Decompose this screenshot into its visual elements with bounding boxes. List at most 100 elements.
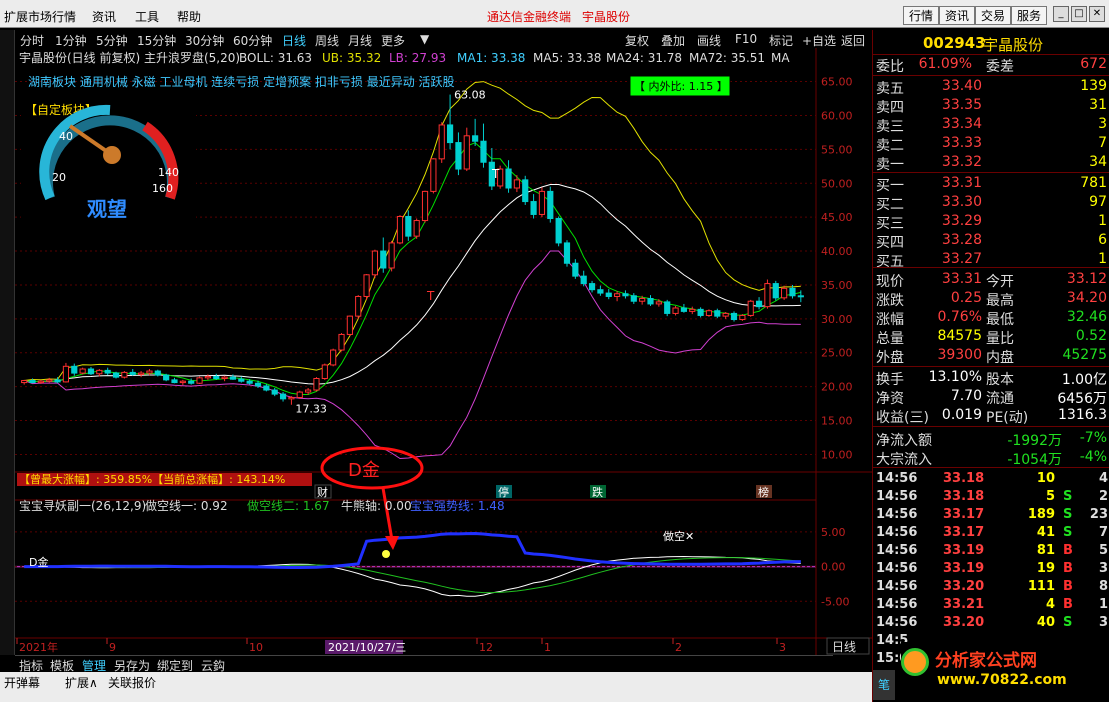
- candle-body: [689, 308, 696, 312]
- candle-body: [747, 300, 754, 316]
- stat-row: 换手 13.10% 股本 1.00亿: [873, 369, 1109, 388]
- t-marker-red: T: [426, 289, 435, 303]
- candle-body: [213, 375, 220, 380]
- service-button[interactable]: 服务: [1011, 6, 1048, 25]
- tick-side: B: [1063, 561, 1073, 576]
- tick-qty: 81: [1036, 543, 1055, 558]
- event-cai-text: 财: [317, 485, 328, 499]
- gauge-tick: 20: [52, 171, 66, 184]
- candle-body: [655, 301, 662, 305]
- book-row[interactable]: 买一 33.31 781: [873, 175, 1109, 194]
- price-tick: 25.00: [821, 347, 853, 360]
- tick-row: 14:56 33.17 189 S 23: [873, 507, 1109, 525]
- book-volume: 97: [1089, 194, 1107, 210]
- candle-body: [112, 372, 120, 378]
- open-danmaku-button[interactable]: 开弹幕: [4, 674, 40, 691]
- tick-row: 14:56 33.20 111 B 8: [873, 579, 1109, 597]
- candle-body: [179, 380, 186, 384]
- book-volume: 139: [1080, 78, 1107, 94]
- candle-body: [572, 262, 579, 277]
- period-60min[interactable]: 60分钟: [233, 32, 272, 49]
- period-1min[interactable]: 1分钟: [55, 32, 87, 49]
- concept-tags[interactable]: 湖南板块 通用机械 永磁 工业母机 连续亏损 定增预案 扣非亏损 最近异动 活跃…: [28, 74, 455, 89]
- candle-body: [705, 310, 713, 316]
- tick-qty: 19: [1036, 561, 1055, 576]
- stat-label-2: 今开: [986, 274, 1014, 290]
- minimize-icon[interactable]: _: [1053, 6, 1069, 22]
- maximize-icon[interactable]: □: [1071, 6, 1087, 22]
- book-volume: 7: [1098, 135, 1107, 151]
- period-30min[interactable]: 30分钟: [185, 32, 224, 49]
- stat-label-2: 股本: [986, 372, 1014, 388]
- book-row[interactable]: 卖四 33.35 31: [873, 97, 1109, 116]
- period-weekly[interactable]: 周线: [315, 32, 339, 49]
- candle-body: [388, 242, 395, 269]
- candle-body: [221, 376, 228, 380]
- candle-body: [697, 308, 704, 316]
- book-row[interactable]: 买三 33.29 1: [873, 213, 1109, 232]
- period-label[interactable]: 日线: [832, 640, 856, 654]
- quotes-button[interactable]: 行情: [903, 6, 940, 25]
- expand-button[interactable]: 扩展∧: [65, 674, 98, 691]
- book-row[interactable]: 卖三 33.34 3: [873, 116, 1109, 135]
- period-daily[interactable]: 日线: [282, 32, 306, 49]
- candle: [79, 367, 86, 375]
- period-5min[interactable]: 5分钟: [96, 32, 128, 49]
- tick-price: 33.18: [943, 489, 985, 504]
- tool-back[interactable]: 返回: [841, 32, 865, 49]
- tick-side-tab[interactable]: 笔: [873, 670, 895, 700]
- menu-help[interactable]: 帮助: [177, 8, 201, 25]
- stat-value: 0.76%: [937, 309, 982, 325]
- stat-value: 84575: [937, 328, 982, 344]
- tick-row: 14:56 33.19 81 B 5: [873, 543, 1109, 561]
- sub-indicator-title: 宝宝寻妖副一(26,12,9): [19, 499, 146, 513]
- more-dropdown-icon[interactable]: ▼: [420, 32, 429, 46]
- candle: [764, 279, 771, 309]
- book-price: 33.35: [941, 97, 982, 113]
- tick-qty: 111: [1027, 579, 1055, 594]
- tool-f10[interactable]: F10: [735, 32, 757, 46]
- tool-draw[interactable]: 画线: [697, 32, 721, 49]
- tool-add-watchlist[interactable]: +自选: [802, 32, 836, 49]
- period-tick[interactable]: 分时: [20, 32, 44, 49]
- price-tick: 20.00: [821, 381, 853, 394]
- book-row[interactable]: 卖五 33.40 139: [873, 78, 1109, 97]
- book-price: 33.33: [941, 135, 982, 151]
- ub-value: UB: 35.32: [322, 51, 381, 65]
- tool-mark[interactable]: 标记: [769, 32, 793, 49]
- menu-news[interactable]: 资讯: [92, 8, 116, 25]
- price-tick: 50.00: [821, 177, 853, 190]
- book-volume: 1: [1098, 213, 1107, 229]
- tool-fuquan[interactable]: 复权: [625, 32, 649, 49]
- close-icon[interactable]: ✕: [1089, 6, 1105, 22]
- tick-count: 8: [1098, 579, 1108, 594]
- related-quote-button[interactable]: 关联报价: [108, 674, 156, 691]
- flow-value: -1992万: [1007, 433, 1062, 449]
- left-side-strip[interactable]: [0, 30, 15, 655]
- candle: [747, 299, 754, 317]
- book-row[interactable]: 卖一 33.32 34: [873, 154, 1109, 173]
- high-price-label: 63.08: [454, 89, 486, 102]
- tick-price: 33.18: [943, 471, 985, 486]
- period-15min[interactable]: 15分钟: [137, 32, 176, 49]
- book-row[interactable]: 买四 33.28 6: [873, 232, 1109, 251]
- period-monthly[interactable]: 月线: [348, 32, 372, 49]
- candle-body: [680, 307, 687, 312]
- book-price: 33.30: [941, 194, 982, 210]
- period-more[interactable]: 更多: [381, 32, 405, 49]
- candle: [664, 299, 671, 317]
- trade-button[interactable]: 交易: [975, 6, 1012, 25]
- book-row[interactable]: 买二 33.30 97: [873, 194, 1109, 213]
- menu-tools[interactable]: 工具: [135, 8, 159, 25]
- candle-body: [672, 307, 679, 314]
- book-row[interactable]: 卖二 33.33 7: [873, 135, 1109, 154]
- stat-label-2: 内盘: [986, 350, 1014, 366]
- tool-overlay[interactable]: 叠加: [661, 32, 685, 49]
- candle-body: [380, 250, 387, 269]
- tick-count: 1: [1098, 597, 1108, 612]
- chart-area[interactable]: 65.0060.0055.0050.0045.0040.0035.0030.00…: [15, 48, 872, 655]
- menu-extended-market[interactable]: 扩展市场行情: [4, 8, 76, 25]
- gauge-widget: 【自定板块】: 20 40 160 140 观望: [21, 100, 196, 224]
- candle-body: [188, 380, 195, 384]
- news-button[interactable]: 资讯: [939, 6, 976, 25]
